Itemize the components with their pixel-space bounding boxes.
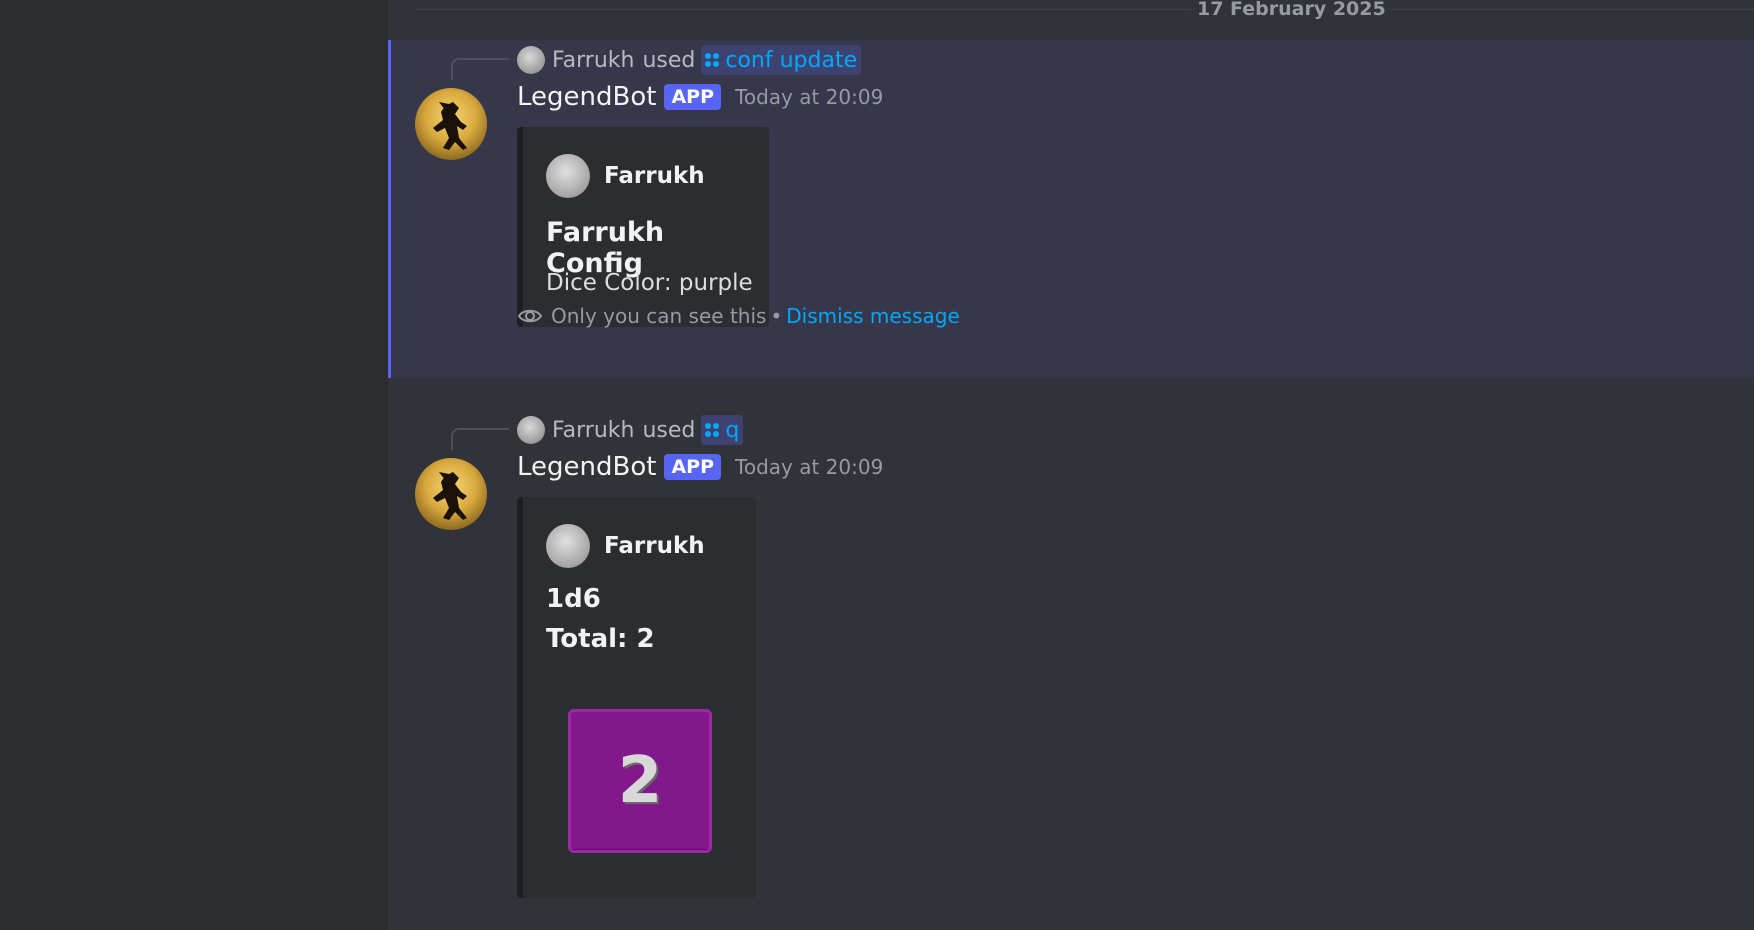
divider-line xyxy=(416,9,1754,10)
embed-card: Farrukh 1d6 Total: 2 2 xyxy=(517,497,756,898)
message-timestamp[interactable]: Today at 20:09 xyxy=(735,85,883,109)
embed-author-avatar xyxy=(546,154,590,198)
message: Farrukh used q LegendBot APP Today at 20… xyxy=(388,410,1754,930)
dice-image[interactable]: 2 xyxy=(568,709,712,853)
app-badge: APP xyxy=(664,84,722,110)
eye-icon xyxy=(517,309,543,323)
embed-author: Farrukh xyxy=(546,524,705,568)
reply-user-name[interactable]: Farrukh xyxy=(552,48,634,73)
message-header: LegendBot APP Today at 20:09 xyxy=(517,450,883,484)
bot-avatar-image xyxy=(433,472,467,520)
slash-command-icon xyxy=(705,423,720,437)
reply-user-avatar[interactable] xyxy=(517,46,545,74)
embed-author-name: Farrukh xyxy=(604,533,705,559)
embed-author: Farrukh xyxy=(546,154,705,198)
slash-command-icon xyxy=(705,53,720,67)
message-timestamp[interactable]: Today at 20:09 xyxy=(735,455,883,479)
command-name: conf update xyxy=(725,47,858,73)
channel-sidebar xyxy=(0,0,388,930)
reply-user-name[interactable]: Farrukh xyxy=(552,418,634,443)
author-name[interactable]: LegendBot xyxy=(517,82,656,112)
embed-card: Farrukh Farrukh Config Dice Color: purpl… xyxy=(517,127,769,327)
author-name[interactable]: LegendBot xyxy=(517,452,656,482)
reply-used-text: used xyxy=(642,417,696,443)
embed-author-avatar xyxy=(546,524,590,568)
embed-title: 1d6 xyxy=(546,584,601,614)
chat-area: 17 February 2025 Farrukh used conf updat… xyxy=(388,0,1754,930)
dismiss-message-link[interactable]: Dismiss message xyxy=(786,304,960,328)
app-badge: APP xyxy=(664,454,722,480)
dice-value: 2 xyxy=(617,744,663,818)
message-header: LegendBot APP Today at 20:09 xyxy=(517,80,883,114)
ephemeral-note: Only you can see this • Dismiss message xyxy=(517,303,960,329)
message-ephemeral: Farrukh used conf update LegendBot APP T… xyxy=(388,40,1754,378)
command-name: q xyxy=(725,417,740,443)
bot-avatar[interactable] xyxy=(415,88,487,160)
embed-author-name: Farrukh xyxy=(604,163,705,189)
date-divider-label: 17 February 2025 xyxy=(1191,0,1392,20)
reply-context[interactable]: Farrukh used q xyxy=(517,415,744,445)
bot-avatar[interactable] xyxy=(415,458,487,530)
reply-used-text: used xyxy=(642,47,696,73)
date-divider: 17 February 2025 xyxy=(416,0,1754,20)
command-chip[interactable]: q xyxy=(701,415,744,445)
bot-avatar-image xyxy=(433,102,467,150)
embed-total: Total: 2 xyxy=(546,624,655,654)
reply-connector xyxy=(451,428,509,450)
command-chip[interactable]: conf update xyxy=(701,45,862,75)
reply-connector xyxy=(451,58,509,80)
note-separator: • xyxy=(770,304,783,328)
ephemeral-note-text: Only you can see this xyxy=(551,304,767,328)
reply-context[interactable]: Farrukh used conf update xyxy=(517,45,862,75)
embed-description: Dice Color: purple xyxy=(546,270,753,296)
reply-user-avatar[interactable] xyxy=(517,416,545,444)
